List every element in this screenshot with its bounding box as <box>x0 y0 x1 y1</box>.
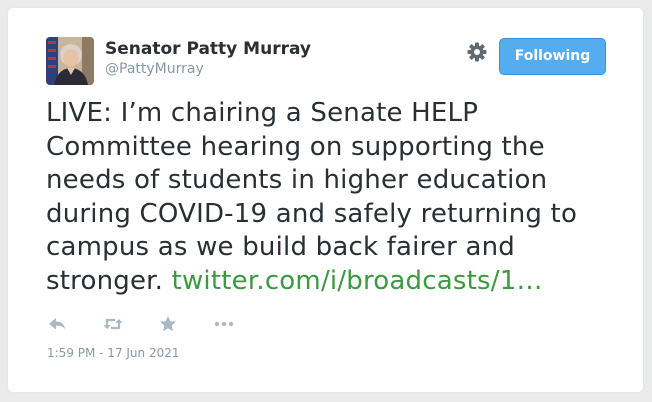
tweet-card: Senator Patty Murray @PattyMurray Follow… <box>7 7 644 393</box>
avatar[interactable] <box>46 37 94 85</box>
timestamp[interactable]: 1:59 PM - 17 Jun 2021 <box>47 346 180 360</box>
tweet-link[interactable]: twitter.com/i/broadcasts/1… <box>172 266 543 296</box>
retweet-icon[interactable] <box>102 312 124 336</box>
tweet-text: LIVE: I’m chairing a Senate HELP Committ… <box>46 97 626 299</box>
reply-icon[interactable] <box>46 312 68 336</box>
gear-icon[interactable] <box>466 41 488 63</box>
star-icon[interactable] <box>157 312 179 336</box>
more-icon[interactable] <box>213 312 235 336</box>
display-name[interactable]: Senator Patty Murray <box>105 39 311 59</box>
following-button[interactable]: Following <box>499 38 606 75</box>
user-handle[interactable]: @PattyMurray <box>105 61 204 77</box>
